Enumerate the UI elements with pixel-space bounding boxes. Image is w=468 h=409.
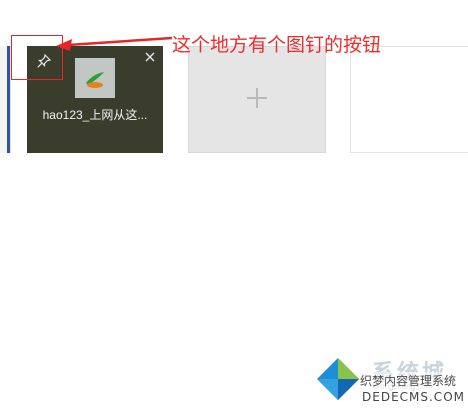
- tile-accent-strip: [7, 46, 10, 153]
- add-tile-button[interactable]: [188, 46, 326, 153]
- site-tile-label: hao123_上网从这...: [42, 108, 148, 122]
- empty-tile[interactable]: [350, 46, 468, 153]
- site-thumbnail: [75, 58, 115, 98]
- annotation-arrow-icon: [56, 36, 173, 51]
- hao123-logo-icon: [75, 58, 115, 98]
- plus-icon: [247, 88, 267, 108]
- watermark-chinese-text: 织梦内容管理系统: [360, 372, 457, 389]
- watermark-logo-icon: [317, 358, 359, 400]
- watermark-domain: DEDECMS.COM: [362, 390, 465, 404]
- previous-tile-edge: [0, 46, 11, 153]
- annotation-text: 这个地方有个图钉的按钮: [172, 34, 382, 56]
- close-icon[interactable]: [143, 50, 157, 64]
